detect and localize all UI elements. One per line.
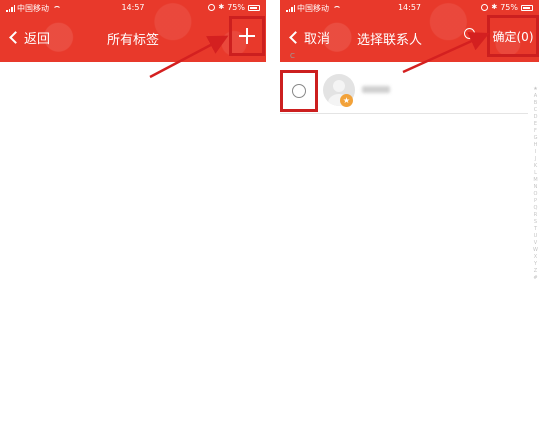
battery-icon [248,4,260,11]
add-tag-button[interactable] [229,16,265,56]
page-title: 所有标签 [106,33,159,48]
search-button[interactable] [462,26,482,46]
index-letter[interactable]: O [532,191,539,197]
battery-label: 75% [500,3,518,12]
radio-icon [292,84,306,98]
index-letter[interactable]: A [532,93,539,99]
confirm-button[interactable]: 确定(0) [487,15,539,57]
index-letter[interactable]: E [532,121,539,127]
battery-icon [521,4,533,11]
status-right: ✱ 75% [481,3,533,12]
phone-screen-right: 中国移动 14:57 ✱ 75% 取消 选择联系人 确定(0) C ★ ★ A … [280,0,539,445]
alphabet-index-bar[interactable]: ★ A B C D E F G H I J K L M N O P Q R S T U V W X Y Z # [532,86,539,281]
index-letter[interactable]: ★ [532,86,539,92]
alarm-icon [208,4,216,11]
contact-list-item[interactable]: ★ [280,68,528,114]
alarm-icon [481,4,489,11]
star-badge-icon: ★ [340,94,353,107]
contact-name-blurred [362,86,390,93]
index-letter[interactable]: C [532,107,539,113]
status-right: ✱ 75% [208,3,260,12]
index-letter[interactable]: Q [532,205,539,211]
index-letter[interactable]: N [532,184,539,190]
index-letter[interactable]: S [532,219,539,225]
index-letter[interactable]: R [532,212,539,218]
bluetooth-icon: ✱ [218,3,225,11]
index-letter[interactable]: Y [532,261,539,267]
index-letter[interactable]: D [532,114,539,120]
search-icon [464,28,475,39]
index-letter[interactable]: J [532,156,539,162]
index-letter[interactable]: Z [532,268,539,274]
index-letter[interactable]: B [532,100,539,106]
index-letter[interactable]: T [532,226,539,232]
battery-label: 75% [227,3,245,12]
nav-bar: 返回 所有标签 [0,16,266,62]
index-letter[interactable]: I [532,149,539,155]
index-letter[interactable]: M [532,177,539,183]
index-letter[interactable]: K [532,163,539,169]
index-letter[interactable]: # [532,275,539,281]
status-bar: 中国移动 14:57 ✱ 75% [0,0,266,16]
select-contact-checkbox[interactable] [280,70,318,112]
index-letter[interactable]: W [532,247,539,253]
bluetooth-icon: ✱ [491,3,498,11]
index-letter[interactable]: F [532,128,539,134]
index-letter[interactable]: V [532,240,539,246]
plus-icon [239,28,255,44]
phone-screen-left: 中国移动 14:57 ✱ 75% 返回 所有标签 [0,0,266,445]
index-letter[interactable]: X [532,254,539,260]
index-letter[interactable]: L [532,170,539,176]
app-header: 中国移动 14:57 ✱ 75% 返回 所有标签 [0,0,266,62]
index-letter[interactable]: H [532,142,539,148]
status-bar: 中国移动 14:57 ✱ 75% [280,0,539,16]
index-letter[interactable]: P [532,198,539,204]
section-header-letter: C [290,52,295,60]
index-letter[interactable]: U [532,233,539,239]
index-letter[interactable]: G [532,135,539,141]
